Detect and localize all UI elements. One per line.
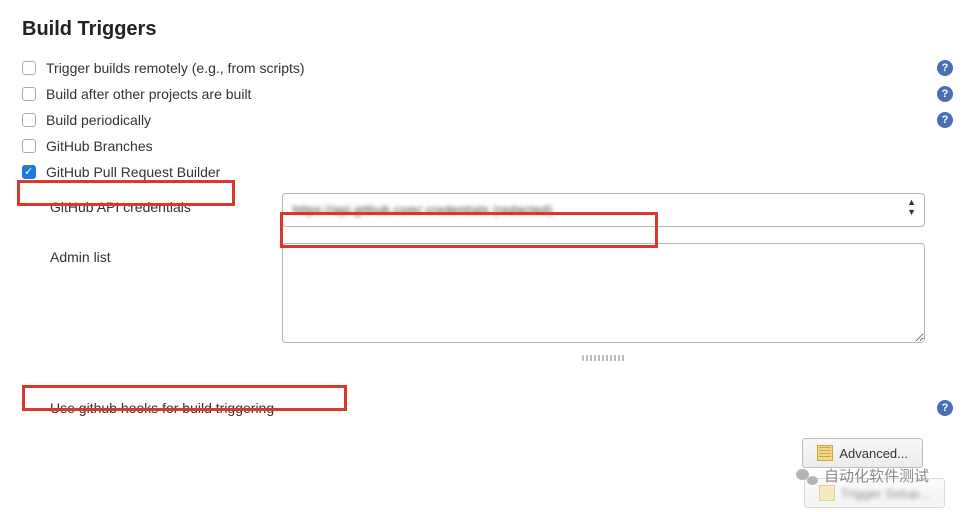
admin-list-field: Admin list	[22, 235, 953, 372]
secondary-obscured-button[interactable]: Trigger Setup...	[804, 478, 945, 508]
help-icon[interactable]: ?	[937, 60, 953, 76]
trigger-remote-checkbox[interactable]	[22, 61, 36, 75]
secondary-button-label: Trigger Setup...	[841, 486, 930, 501]
select-caret-icon: ▲▼	[907, 198, 916, 217]
help-icon[interactable]: ?	[937, 112, 953, 128]
admin-list-label: Admin list	[50, 243, 282, 265]
trigger-after-other-label[interactable]: Build after other projects are built	[46, 86, 251, 102]
section-title: Build Triggers	[22, 18, 953, 41]
trigger-remote-label[interactable]: Trigger builds remotely (e.g., from scri…	[46, 60, 305, 76]
notepad-icon	[817, 445, 833, 461]
admin-list-textarea[interactable]	[282, 243, 925, 343]
api-credentials-value: https://api.github.com/ credentials (red…	[293, 203, 553, 217]
help-icon[interactable]: ?	[937, 86, 953, 102]
build-triggers-section: Build Triggers Trigger builds remotely (…	[0, 0, 975, 486]
trigger-periodic-checkbox[interactable]	[22, 113, 36, 127]
trigger-gh-branches-label[interactable]: GitHub Branches	[46, 138, 153, 154]
trigger-row-gh-pr-builder: GitHub Pull Request Builder	[22, 159, 953, 185]
api-credentials-field: GitHub API credentials https://api.githu…	[22, 185, 953, 235]
github-hooks-row: Use github hooks for build triggering ?	[22, 392, 953, 424]
trigger-row-after-other: Build after other projects are built ?	[22, 81, 953, 107]
advanced-button-label: Advanced...	[839, 446, 908, 461]
advanced-button[interactable]: Advanced...	[802, 438, 923, 468]
trigger-row-remote: Trigger builds remotely (e.g., from scri…	[22, 55, 953, 81]
admin-list-control	[282, 243, 925, 364]
trigger-gh-pr-builder-checkbox[interactable]	[22, 165, 36, 179]
button-row: Advanced...	[22, 438, 953, 468]
trigger-row-periodic: Build periodically ?	[22, 107, 953, 133]
resize-grip-icon[interactable]	[282, 348, 925, 364]
trigger-gh-branches-checkbox[interactable]	[22, 139, 36, 153]
api-credentials-control: https://api.github.com/ credentials (red…	[282, 193, 925, 227]
github-hooks-label[interactable]: Use github hooks for build triggering	[50, 400, 274, 416]
help-icon[interactable]: ?	[937, 400, 953, 416]
api-credentials-select[interactable]: https://api.github.com/ credentials (red…	[282, 193, 925, 227]
trigger-after-other-checkbox[interactable]	[22, 87, 36, 101]
trigger-gh-pr-builder-label[interactable]: GitHub Pull Request Builder	[46, 164, 220, 180]
trigger-periodic-label[interactable]: Build periodically	[46, 112, 151, 128]
notepad-icon	[819, 485, 835, 501]
api-credentials-label: GitHub API credentials	[50, 193, 282, 215]
trigger-row-gh-branches: GitHub Branches	[22, 133, 953, 159]
